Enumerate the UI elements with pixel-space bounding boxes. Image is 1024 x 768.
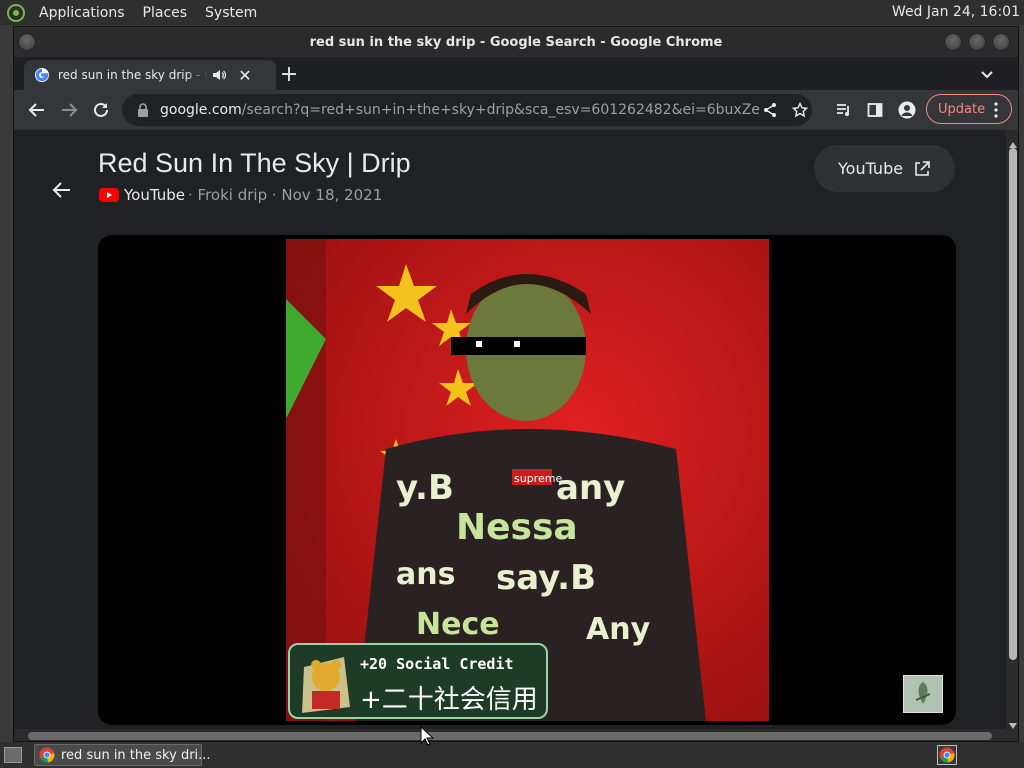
scrollbar-thumb[interactable]	[28, 732, 992, 740]
google-favicon-icon	[34, 67, 50, 83]
horizontal-scrollbar[interactable]	[14, 729, 1006, 741]
result-channel-date: · Froki drip · Nov 18, 2021	[188, 186, 383, 204]
url-path: /search?q=red+sun+in+the+sky+drip&sca_es…	[241, 102, 760, 118]
window-title: red sun in the sky drip - Google Search …	[309, 34, 723, 50]
svg-text:Nessa: Nessa	[456, 507, 578, 548]
bottom-panel: red sun in the sky dri...	[0, 742, 1024, 768]
result-meta: YouTube · Froki drip · Nov 18, 2021	[98, 186, 382, 204]
page-viewport: Red Sun In The Sky | Drip YouTube · Frok…	[14, 130, 1018, 741]
pooh-bear-icon	[302, 657, 350, 713]
back-arrow-icon[interactable]	[50, 178, 74, 202]
tab-title: red sun in the sky drip - Google Search	[58, 68, 208, 82]
close-icon[interactable]: ✕	[236, 66, 254, 85]
reload-icon[interactable]	[86, 95, 116, 125]
tab-active[interactable]: red sun in the sky drip - Google Search …	[24, 60, 276, 90]
svg-text:ans: ans	[396, 557, 455, 592]
speaker-icon[interactable]	[210, 66, 228, 84]
external-link-icon	[913, 160, 931, 178]
update-button[interactable]: Update	[926, 94, 1012, 124]
bookmark-star-icon[interactable]	[790, 100, 810, 120]
result-title[interactable]: Red Sun In The Sky | Drip	[98, 148, 411, 179]
social-credit-badge: +20 Social Credit +二十社会信用	[288, 643, 548, 719]
distro-logo-icon[interactable]	[6, 3, 26, 23]
open-youtube-button[interactable]: YouTube	[814, 145, 955, 192]
minimize-button[interactable]	[944, 33, 962, 51]
media-queue-icon[interactable]	[829, 95, 859, 125]
chrome-icon[interactable]	[937, 745, 957, 765]
scroll-down-icon[interactable]	[1009, 715, 1017, 729]
new-tab-button[interactable]: +	[276, 61, 302, 87]
svg-text:supreme: supreme	[514, 472, 562, 485]
svg-text:Nece: Nece	[416, 607, 500, 642]
svg-text:y.B: y.B	[396, 468, 454, 508]
url-text[interactable]: google.com/search?q=red+sun+in+the+sky+d…	[160, 102, 760, 118]
lock-icon[interactable]	[136, 102, 150, 118]
svg-text:Any: Any	[586, 612, 651, 647]
show-desktop-icon[interactable]	[4, 747, 22, 763]
social-credit-text: +20 Social Credit	[360, 655, 514, 673]
maximize-button[interactable]	[968, 33, 986, 51]
close-window-button[interactable]	[992, 33, 1010, 51]
menu-applications[interactable]: Applications	[34, 5, 130, 21]
browser-toolbar: google.com/search?q=red+sun+in+the+sky+d…	[14, 90, 1018, 130]
video-player[interactable]: y.B any Nessa ans say.B Nece Any supreme	[98, 235, 956, 725]
svg-text:any: any	[556, 468, 625, 508]
scrollbar-thumb[interactable]	[1009, 148, 1017, 660]
menu-system[interactable]: System	[200, 5, 262, 21]
taskbar-window-label: red sun in the sky dri...	[61, 747, 211, 763]
mini-thumbnail[interactable]	[903, 675, 943, 713]
social-credit-chinese-text: +二十社会信用	[360, 685, 538, 715]
taskbar-window-button[interactable]: red sun in the sky dri...	[34, 744, 211, 766]
open-youtube-label: YouTube	[838, 159, 904, 178]
result-source[interactable]: YouTube	[124, 186, 185, 204]
window-titlebar[interactable]: red sun in the sky drip - Google Search …	[14, 27, 1018, 57]
browser-window: red sun in the sky drip - Google Search …	[13, 26, 1019, 742]
tab-strip: red sun in the sky drip - Google Search …	[14, 57, 1018, 90]
svg-text:say.B: say.B	[496, 558, 596, 598]
youtube-logo-icon	[98, 187, 120, 203]
chrome-icon	[39, 747, 55, 763]
vertical-scrollbar[interactable]	[1006, 130, 1018, 741]
side-panel-icon[interactable]	[860, 95, 890, 125]
window-menu-button[interactable]	[18, 33, 36, 51]
url-host: google.com	[160, 102, 242, 118]
forward-arrow-icon[interactable]	[54, 95, 84, 125]
share-icon[interactable]	[760, 100, 780, 120]
back-arrow-icon[interactable]	[22, 95, 52, 125]
scroll-up-icon[interactable]	[1009, 134, 1017, 148]
video-frame[interactable]: y.B any Nessa ans say.B Nece Any supreme	[286, 239, 769, 721]
mouse-cursor-icon	[420, 726, 434, 746]
clock[interactable]: Wed Jan 24, 16:01	[892, 4, 1020, 20]
profile-avatar-icon[interactable]	[892, 95, 922, 125]
more-vertical-icon[interactable]	[989, 101, 1003, 119]
address-bar[interactable]: google.com/search?q=red+sun+in+the+sky+d…	[122, 94, 812, 126]
chevron-down-icon[interactable]	[976, 63, 998, 85]
update-label: Update	[938, 101, 986, 117]
menu-places[interactable]: Places	[138, 5, 193, 21]
top-panel: Applications Places System Wed Jan 24, 1…	[0, 0, 1024, 25]
